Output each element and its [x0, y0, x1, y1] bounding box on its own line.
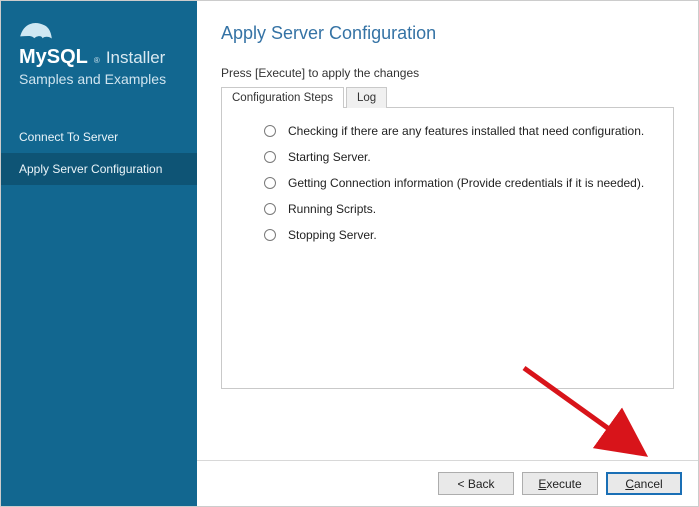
page-title: Apply Server Configuration	[221, 23, 674, 44]
sidebar-item-label: Connect To Server	[19, 130, 118, 144]
step-text: Running Scripts.	[288, 202, 376, 216]
step-text: Getting Connection information (Provide …	[288, 176, 644, 190]
step-text: Stopping Server.	[288, 228, 377, 242]
sidebar-nav: Connect To Server Apply Server Configura…	[1, 121, 197, 185]
instruction-text: Press [Execute] to apply the changes	[221, 66, 674, 80]
step-row: Checking if there are any features insta…	[240, 124, 655, 138]
brand-block: MySQL ® Installer Samples and Examples	[1, 19, 197, 109]
back-button[interactable]: < Back	[438, 472, 514, 495]
brand-subtitle: Samples and Examples	[19, 71, 179, 87]
tab-bar: Configuration Steps Log	[221, 87, 674, 108]
sidebar-item-apply-server-configuration[interactable]: Apply Server Configuration	[1, 153, 197, 185]
step-status-icon	[264, 203, 276, 215]
step-status-icon	[264, 229, 276, 241]
cancel-button[interactable]: Cancel	[606, 472, 682, 495]
step-text: Starting Server.	[288, 150, 371, 164]
step-row: Getting Connection information (Provide …	[240, 176, 655, 190]
brand-product: Installer	[106, 48, 166, 68]
tab-configuration-steps[interactable]: Configuration Steps	[221, 87, 344, 108]
step-status-icon	[264, 151, 276, 163]
execute-label-rest: xecute	[546, 477, 581, 491]
steps-panel: Checking if there are any features insta…	[221, 107, 674, 389]
execute-button[interactable]: Execute	[522, 472, 598, 495]
tab-label: Configuration Steps	[232, 92, 333, 104]
mysql-dolphin-icon	[19, 19, 53, 41]
tab-log[interactable]: Log	[346, 87, 387, 108]
step-status-icon	[264, 125, 276, 137]
sidebar: MySQL ® Installer Samples and Examples Co…	[1, 1, 197, 506]
step-status-icon	[264, 177, 276, 189]
tab-label: Log	[357, 92, 376, 104]
trademark-icon: ®	[94, 56, 100, 65]
main-panel: Apply Server Configuration Press [Execut…	[197, 1, 698, 506]
installer-window: MySQL ® Installer Samples and Examples Co…	[0, 0, 699, 507]
sidebar-item-connect-to-server[interactable]: Connect To Server	[1, 121, 197, 153]
cancel-label-rest: ancel	[634, 477, 663, 491]
step-row: Starting Server.	[240, 150, 655, 164]
step-row: Running Scripts.	[240, 202, 655, 216]
step-row: Stopping Server.	[240, 228, 655, 242]
step-text: Checking if there are any features insta…	[288, 124, 644, 138]
brand-name: MySQL	[19, 46, 88, 69]
footer-bar: < Back Execute Cancel	[197, 460, 698, 506]
sidebar-item-label: Apply Server Configuration	[19, 162, 162, 176]
